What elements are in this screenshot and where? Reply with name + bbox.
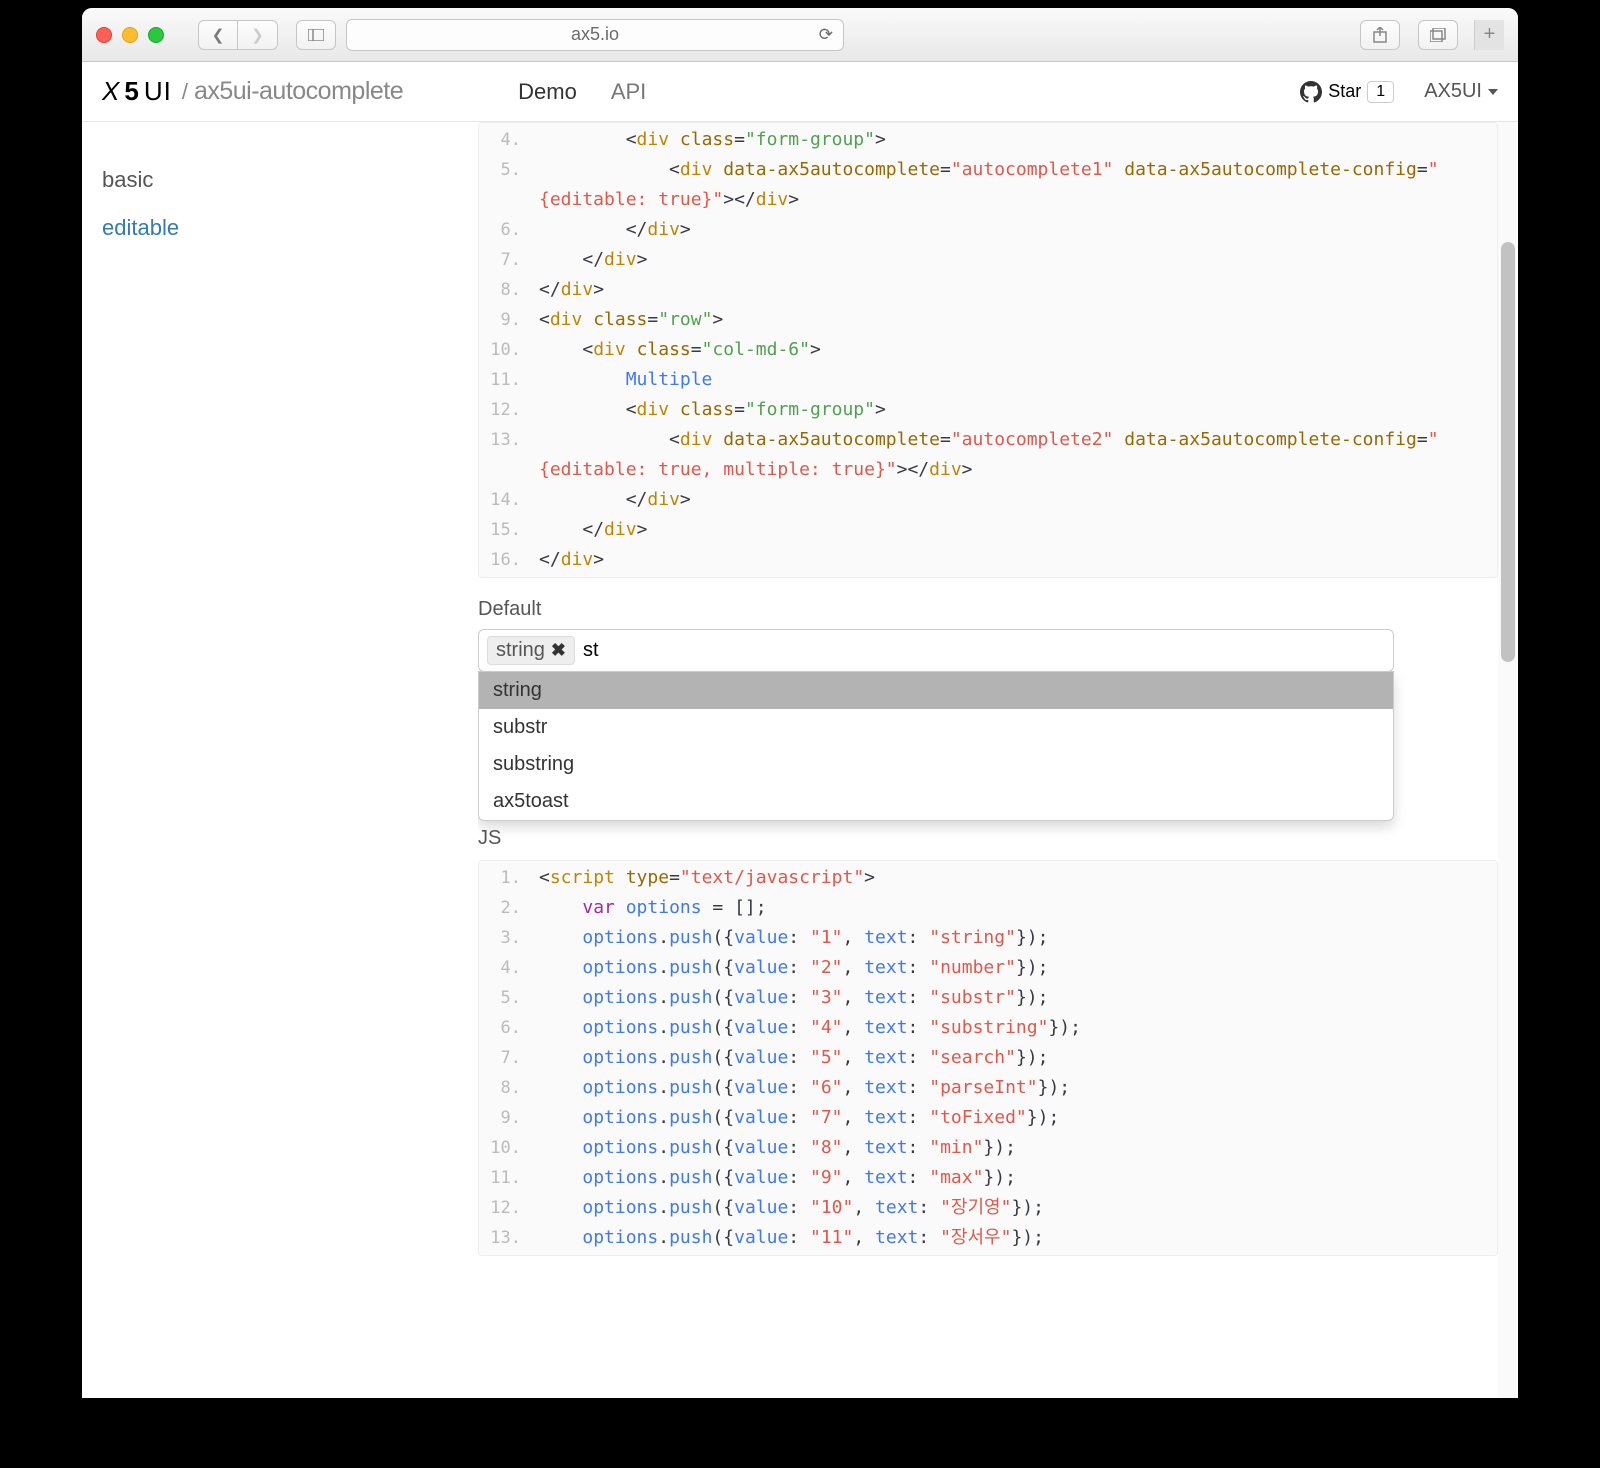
code-line: 5. options.push({value: "3", text: "subs… <box>479 983 1497 1013</box>
code-line: 11. options.push({value: "9", text: "max… <box>479 1163 1497 1193</box>
tabs-icon[interactable] <box>1418 20 1458 50</box>
code-line: 5. <div data-ax5autocomplete="autocomple… <box>479 155 1497 185</box>
code-line: 10. options.push({value: "8", text: "min… <box>479 1133 1497 1163</box>
js-code-block: 1.<script type="text/javascript">2. var … <box>478 860 1498 1256</box>
app-navbar: X5UI / ax5ui-autocomplete Demo API Star … <box>82 62 1518 122</box>
sidebar-item-editable[interactable]: editable <box>102 215 458 241</box>
code-line: 8.</div> <box>479 275 1497 305</box>
zoom-icon[interactable] <box>148 27 164 43</box>
minimize-icon[interactable] <box>122 27 138 43</box>
sidebar-toggle-icon[interactable] <box>296 20 336 50</box>
js-label: JS <box>478 827 1498 850</box>
sidebar-item-basic[interactable]: basic <box>102 167 458 193</box>
brand-logo[interactable]: X5UI <box>102 76 172 107</box>
main-content: 4. <div class="form-group">5. <div data-… <box>478 122 1518 1398</box>
github-icon <box>1300 81 1322 103</box>
nav-api[interactable]: API <box>611 79 646 105</box>
sidebar: basic editable <box>82 122 478 1398</box>
address-bar[interactable]: ax5.io ⟳ <box>346 19 844 51</box>
user-label: AX5UI <box>1424 80 1482 103</box>
url-text: ax5.io <box>571 24 619 45</box>
share-icon[interactable] <box>1360 20 1400 50</box>
dropdown-option[interactable]: ax5toast <box>479 783 1393 820</box>
forward-button[interactable]: ❯ <box>238 20 278 50</box>
code-line: 12. <div class="form-group"> <box>479 395 1497 425</box>
star-label: Star <box>1328 81 1361 102</box>
scrollbar-thumb[interactable] <box>1501 242 1515 662</box>
code-line: 9.<div class="row"> <box>479 305 1497 335</box>
code-line: 14. </div> <box>479 485 1497 515</box>
brand-separator: / <box>182 79 188 105</box>
autocomplete-dropdown: stringsubstrsubstringax5toast <box>478 671 1394 821</box>
code-line: 1.<script type="text/javascript"> <box>479 863 1497 893</box>
selected-chip[interactable]: string ✖ <box>487 636 575 665</box>
code-line: 10. <div class="col-md-6"> <box>479 335 1497 365</box>
default-label: Default <box>478 598 1498 621</box>
dropdown-option[interactable]: substr <box>479 709 1393 746</box>
code-line: {editable: true, multiple: true}"></div> <box>479 455 1497 485</box>
chevron-down-icon <box>1488 89 1498 95</box>
user-menu[interactable]: AX5UI <box>1424 80 1498 103</box>
browser-window: ❮ ❯ ax5.io ⟳ + X5UI / ax5ui-autocomplete… <box>82 8 1518 1398</box>
code-line: 9. options.push({value: "7", text: "toFi… <box>479 1103 1497 1133</box>
code-line: 11. Multiple <box>479 365 1497 395</box>
browser-titlebar: ❮ ❯ ax5.io ⟳ + <box>82 8 1518 62</box>
code-line: 2. var options = []; <box>479 893 1497 923</box>
code-line: 3. options.push({value: "1", text: "stri… <box>479 923 1497 953</box>
code-line: 6. options.push({value: "4", text: "subs… <box>479 1013 1497 1043</box>
code-line: 7. options.push({value: "5", text: "sear… <box>479 1043 1497 1073</box>
code-line: {editable: true}"></div> <box>479 185 1497 215</box>
nav-demo[interactable]: Demo <box>518 79 577 105</box>
autocomplete-input[interactable] <box>583 639 1385 662</box>
close-icon[interactable]: ✖ <box>551 640 566 661</box>
back-button[interactable]: ❮ <box>198 20 238 50</box>
close-icon[interactable] <box>96 27 112 43</box>
github-star[interactable]: Star 1 <box>1300 81 1394 103</box>
star-count: 1 <box>1367 81 1394 103</box>
dropdown-option[interactable]: substring <box>479 746 1393 783</box>
reload-icon[interactable]: ⟳ <box>819 25 833 45</box>
chip-label: string <box>496 639 545 662</box>
html-code-block: 4. <div class="form-group">5. <div data-… <box>478 122 1498 578</box>
code-line: 8. options.push({value: "6", text: "pars… <box>479 1073 1497 1103</box>
code-line: 13. options.push({value: "11", text: "장서… <box>479 1223 1497 1253</box>
code-line: 6. </div> <box>479 215 1497 245</box>
code-line: 12. options.push({value: "10", text: "장기… <box>479 1193 1497 1223</box>
dropdown-option[interactable]: string <box>479 672 1393 709</box>
code-line: 4. options.push({value: "2", text: "numb… <box>479 953 1497 983</box>
code-line: 13. <div data-ax5autocomplete="autocompl… <box>479 425 1497 455</box>
code-line: 4. <div class="form-group"> <box>479 125 1497 155</box>
new-tab-button[interactable]: + <box>1474 20 1504 50</box>
code-line: 15. </div> <box>479 515 1497 545</box>
code-line: 16.</div> <box>479 545 1497 575</box>
window-controls <box>96 27 164 43</box>
brand-sub: ax5ui-autocomplete <box>194 77 403 106</box>
code-line: 7. </div> <box>479 245 1497 275</box>
autocomplete-field[interactable]: string ✖ <box>478 629 1394 672</box>
